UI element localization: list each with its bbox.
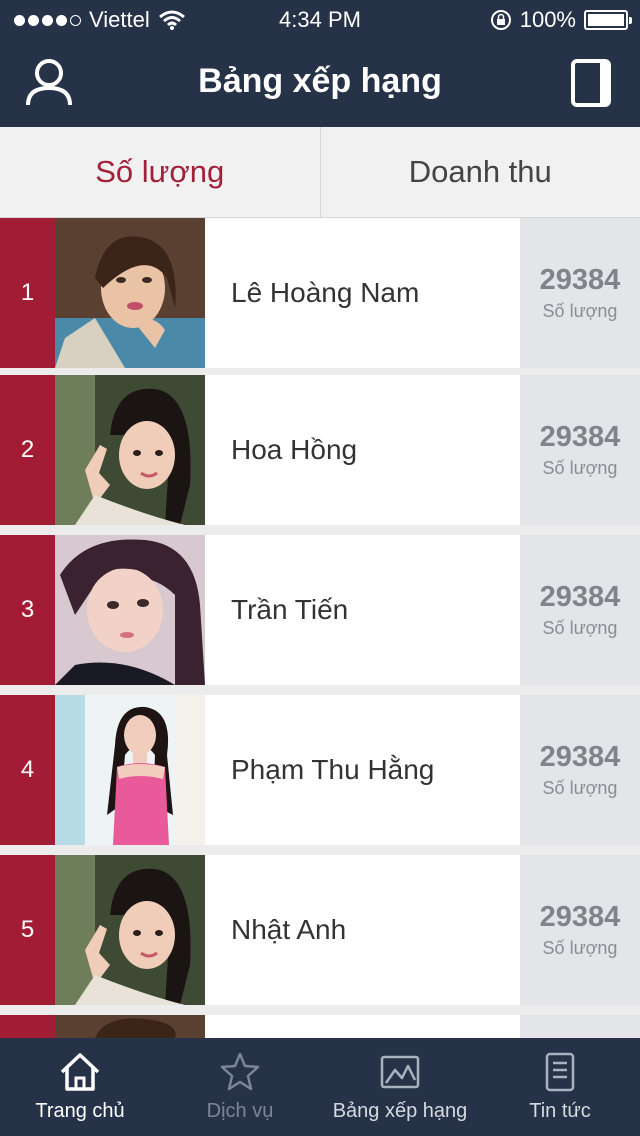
bottom-tab-bar: Trang chủ Dịch vụ Bảng xếp hạng Tin tức (0, 1038, 640, 1136)
score-unit: Số lượng (542, 778, 618, 798)
avatar (55, 218, 205, 368)
ranking-row[interactable]: 3 Trần Tiến 29384 Số lượng (0, 535, 640, 685)
tabbar-label: Tin tức (529, 1100, 591, 1122)
score-value: 29384 (539, 421, 621, 453)
rank-number (0, 1015, 55, 1038)
score-value: 29384 (539, 901, 621, 933)
avatar (55, 535, 205, 685)
tab-quantity[interactable]: Số lượng (0, 127, 320, 217)
rank-number: 5 (0, 855, 55, 1005)
avatar (55, 695, 205, 845)
news-icon (545, 1052, 575, 1092)
person-name: Trần Tiến (231, 594, 349, 625)
ranking-row[interactable]: 4 Phạm Thu Hằng 29384 Số lượng (0, 695, 640, 845)
rank-number: 4 (0, 695, 55, 845)
rank-number: 3 (0, 535, 55, 685)
person-name: Hoa Hồng (231, 434, 358, 465)
avatar (55, 1015, 205, 1038)
ranking-tabs: Số lượng Doanh thu (0, 127, 640, 218)
battery-icon (584, 10, 632, 30)
tabbar-label: Trang chủ (35, 1100, 125, 1122)
score-box: 29384 Số lượng (520, 535, 640, 685)
rotation-lock-icon (490, 10, 511, 30)
document-button[interactable] (570, 58, 612, 108)
document-icon (571, 59, 611, 107)
person-name: Nhật Anh (231, 914, 347, 945)
tabbar-rankings[interactable]: Bảng xếp hạng (320, 1038, 480, 1136)
ranking-list[interactable]: 1 Lê Hoàng Nam 29384 Số lượng 2 Hoa Hồng… (0, 218, 640, 1038)
rank-number: 1 (0, 218, 55, 368)
score-unit: Số lượng (542, 301, 618, 321)
tab-revenue[interactable]: Doanh thu (319, 127, 640, 217)
score-unit: Số lượng (542, 458, 618, 478)
navigation-bar: Bảng xếp hạng (0, 40, 640, 127)
score-unit: Số lượng (542, 938, 618, 958)
score-value: 29384 (539, 581, 621, 613)
score-box: 29384 Số lượng (520, 855, 640, 1005)
score-box (520, 1015, 640, 1038)
tabbar-news[interactable]: Tin tức (480, 1038, 640, 1136)
ranking-row[interactable]: 5 Nhật Anh 29384 Số lượng (0, 855, 640, 1005)
star-icon (220, 1052, 260, 1091)
ranking-row[interactable]: 2 Hoa Hồng 29384 Số lượng (0, 375, 640, 525)
tabbar-label: Bảng xếp hạng (332, 1100, 468, 1122)
tabbar-label: Dịch vụ (206, 1100, 274, 1122)
ranking-row[interactable]: 1 Lê Hoàng Nam 29384 Số lượng (0, 218, 640, 368)
page-title: Bảng xếp hạng (198, 62, 442, 100)
tabbar-services[interactable]: Dịch vụ (160, 1038, 320, 1136)
rank-number: 2 (0, 375, 55, 525)
avatar (55, 375, 205, 525)
person-name: Lê Hoàng Nam (231, 277, 420, 308)
score-value: 29384 (539, 264, 621, 296)
score-box: 29384 Số lượng (520, 218, 640, 368)
chart-icon (380, 1055, 420, 1089)
home-icon (60, 1053, 100, 1091)
battery-percent: 100% (519, 7, 576, 32)
status-bar: Viettel 4:34 PM 100% (0, 0, 640, 40)
tabbar-home[interactable]: Trang chủ (0, 1038, 160, 1136)
score-unit: Số lượng (542, 618, 618, 638)
person-name: Phạm Thu Hằng (231, 754, 435, 785)
score-box: 29384 Số lượng (520, 695, 640, 845)
score-value: 29384 (539, 741, 621, 773)
ranking-row[interactable] (0, 1015, 640, 1038)
avatar (55, 855, 205, 1005)
score-box: 29384 Số lượng (520, 375, 640, 525)
